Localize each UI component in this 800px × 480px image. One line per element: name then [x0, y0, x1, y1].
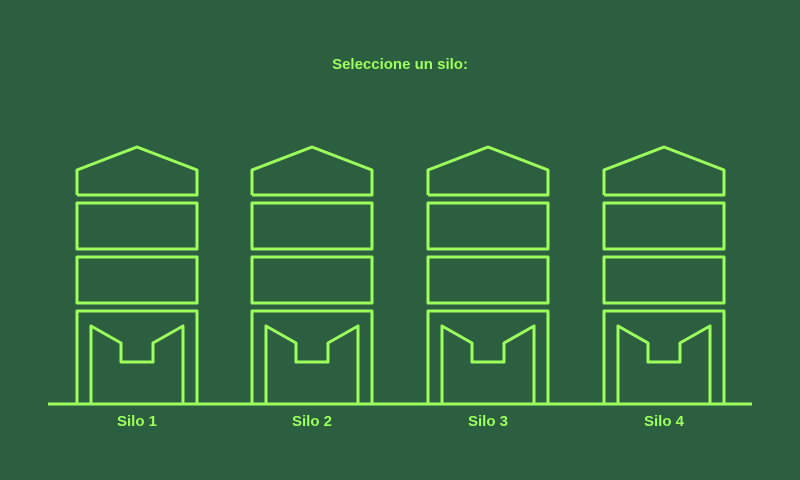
silo-base [250, 309, 374, 403]
silo-roof [426, 145, 550, 197]
silo-1-icon[interactable] [75, 145, 199, 403]
silo-hopper [440, 324, 536, 403]
silo-4-label[interactable]: Silo 4 [604, 413, 724, 430]
silo-2-icon[interactable] [250, 145, 374, 403]
silo-scene [48, 145, 752, 406]
silo-hopper [264, 324, 360, 403]
silo-3-label[interactable]: Silo 3 [428, 413, 548, 430]
silo-hopper [89, 324, 185, 403]
silo-roof [602, 145, 726, 197]
silo-selection-screen: Seleccione un silo: Silo 1 Silo 2 Silo 3… [0, 0, 800, 480]
silo-roof [250, 145, 374, 197]
silo-section-upper [426, 201, 550, 251]
silo-base [426, 309, 550, 403]
silo-section-upper [250, 201, 374, 251]
silo-section-upper [75, 201, 199, 251]
silo-hopper [616, 324, 712, 403]
silo-base [602, 309, 726, 403]
silo-2-label[interactable]: Silo 2 [252, 413, 372, 430]
silo-roof [75, 145, 199, 197]
silo-3-icon[interactable] [426, 145, 550, 403]
silo-section-upper [602, 201, 726, 251]
silo-4-icon[interactable] [602, 145, 726, 403]
silo-section-middle [426, 255, 550, 305]
silo-section-middle [602, 255, 726, 305]
silo-base [75, 309, 199, 403]
silo-section-middle [75, 255, 199, 305]
silo-section-middle [250, 255, 374, 305]
silo-1-label[interactable]: Silo 1 [77, 413, 197, 430]
